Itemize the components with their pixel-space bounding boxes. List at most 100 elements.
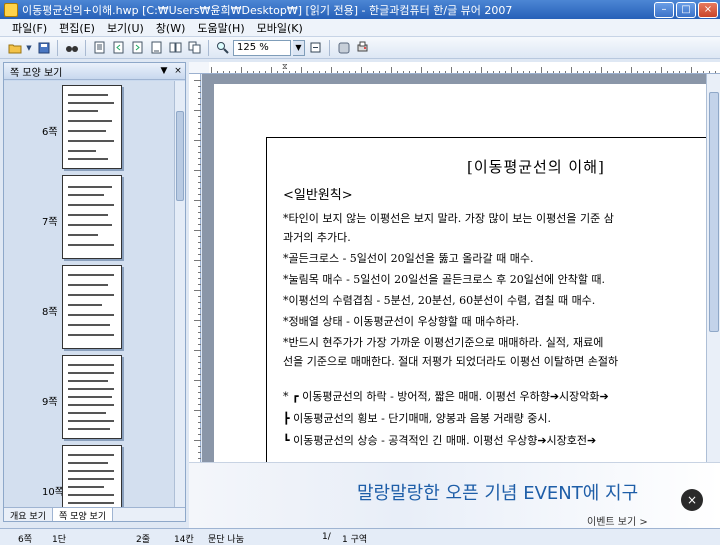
menu-help[interactable]: 도움말(H) <box>191 20 250 36</box>
menu-file[interactable]: 파일(F) <box>6 20 53 36</box>
menu-edit[interactable]: 편집(E) <box>53 20 101 36</box>
panel-menu-icon[interactable]: ▼ <box>157 66 171 76</box>
panel-close-icon[interactable]: × <box>171 66 185 76</box>
ruler-tick <box>194 140 201 141</box>
status-line: 2줄 <box>136 535 151 545</box>
tab-page-view[interactable]: 쪽 모양 보기 <box>52 508 114 522</box>
ruler-tick <box>198 338 201 339</box>
menu-mobile[interactable]: 모바일(K) <box>251 20 309 36</box>
ruler-tick <box>198 398 201 399</box>
stop-icon[interactable] <box>335 39 352 56</box>
page-prev-icon[interactable] <box>110 39 127 56</box>
ruler-tick <box>631 67 632 73</box>
indent-marker-icon[interactable]: ⧖ <box>282 62 288 73</box>
menu-window[interactable]: 창(W) <box>150 20 192 36</box>
doc-line: 과거의 추가다. <box>283 231 351 244</box>
ruler-tick <box>198 176 201 177</box>
ruler-tick <box>571 67 572 73</box>
ruler-tick <box>198 404 201 405</box>
open-folder-icon[interactable] <box>6 39 23 56</box>
ruler-tick <box>361 67 362 73</box>
maximize-button[interactable]: □ <box>676 1 696 18</box>
thumbnail-scrollbar[interactable] <box>174 81 185 511</box>
page-last-icon[interactable] <box>148 39 165 56</box>
page-thumbnail[interactable] <box>62 85 122 169</box>
page-next-icon[interactable] <box>129 39 146 56</box>
ruler-tick <box>198 416 201 417</box>
ruler-tick <box>198 308 201 309</box>
event-banner[interactable]: 말랑말랑한 오픈 기념 EVENT에 지구 이벤트 보기 > × <box>189 462 720 528</box>
horizontal-ruler: ⧖ <box>189 62 720 74</box>
ruler-tick <box>198 422 201 423</box>
ruler-tick <box>198 368 201 369</box>
status-bar: 6쪽 1단 2줄 14칸 문단 나눔 1/ 1 구역 <box>0 528 720 545</box>
ruler-tick <box>198 272 201 273</box>
banner-close-button[interactable]: × <box>681 489 703 511</box>
ruler-tick <box>194 260 201 261</box>
scrollbar-thumb[interactable] <box>709 92 719 332</box>
ruler-tick <box>198 128 201 129</box>
event-link[interactable]: 이벤트 보기 > <box>587 513 648 528</box>
tab-outline-view[interactable]: 개요 보기 <box>4 508 53 522</box>
doc-line: ┣ 이동평균선의 횡보 - 단기매매, 양봉과 음봉 거래량 중시. <box>283 412 551 425</box>
ruler-tick <box>198 458 201 459</box>
menu-view[interactable]: 보기(U) <box>101 20 150 36</box>
page-thumbnail[interactable] <box>62 175 122 259</box>
zoom-icon[interactable] <box>214 39 231 56</box>
zoom-dropdown-button[interactable]: ▼ <box>293 39 305 56</box>
ruler-tick <box>198 194 201 195</box>
document-page: [이동평균선의 이해] <일반원칙> *타인이 보지 않는 이평선은 보지 말라… <box>214 84 720 462</box>
ruler-tick <box>198 296 201 297</box>
thumbnail-item[interactable]: 6쪽 <box>4 83 175 169</box>
page-thumbnail[interactable] <box>62 355 122 439</box>
window-title: 이동평균선의+이해.hwp [C:₩Users₩윤희₩Desktop₩] [읽기… <box>22 3 513 17</box>
ruler-tick <box>541 67 542 73</box>
copy-icon[interactable] <box>186 39 203 56</box>
ruler-tick <box>198 122 201 123</box>
fit-page-icon[interactable] <box>307 39 324 56</box>
doc-line: *골든크로스 - 5일선이 20일선을 뚫고 올라갈 때 매수. <box>283 252 534 265</box>
ruler-tick <box>194 320 201 321</box>
ruler-tick <box>198 206 201 207</box>
ruler-tick <box>194 80 201 81</box>
thumbnail-page-label: 8쪽 <box>42 307 58 318</box>
status-section: 1단 <box>52 535 67 545</box>
ruler-tick <box>198 116 201 117</box>
status-mode: 문단 나눔 <box>208 535 244 545</box>
menu-bar: 파일(F) 편집(E) 보기(U) 창(W) 도움말(H) 모바일(K) <box>0 19 720 37</box>
doc-line: * ┏ 이동평균선의 하락 - 방어적, 짧은 매매. 이평선 우하향➔시장악화… <box>283 390 609 403</box>
page-first-icon[interactable] <box>91 39 108 56</box>
close-button[interactable]: × <box>698 1 718 18</box>
zoom-level-input[interactable]: 125 % <box>233 39 291 56</box>
thumbnail-item[interactable]: 7쪽 <box>4 173 175 259</box>
document-scrollbar[interactable] <box>706 74 720 462</box>
ruler-tick <box>511 67 512 73</box>
doc-line: *타인이 보지 않는 이평선은 보지 말라. 가장 많이 보는 이평선을 기준 … <box>283 212 614 225</box>
thumbnail-item[interactable]: 10쪽 <box>4 443 175 511</box>
thumbnail-list: 6쪽 7쪽 8쪽 9쪽 10쪽 <box>4 81 175 511</box>
toolbar-separator <box>329 39 330 56</box>
ruler-tick <box>198 182 201 183</box>
page-thumbnail[interactable] <box>62 265 122 349</box>
binoculars-icon[interactable] <box>63 39 80 56</box>
title-bar: 이동평균선의+이해.hwp [C:₩Users₩윤희₩Desktop₩] [읽기… <box>0 0 720 19</box>
ruler-tick <box>198 434 201 435</box>
save-icon[interactable] <box>35 39 52 56</box>
panel-title: 쪽 모양 보기 <box>10 67 63 79</box>
thumbnail-item[interactable]: 9쪽 <box>4 353 175 439</box>
minimize-button[interactable]: – <box>654 1 674 18</box>
doc-line: 선을 기준으로 매매한다. 절대 저평가 되었더라도 이평선 이탈하면 손절하 <box>283 355 619 368</box>
dropdown-arrow-icon[interactable]: ▼ <box>25 39 33 56</box>
thumbnail-item[interactable]: 8쪽 <box>4 263 175 349</box>
ruler-tick <box>198 446 201 447</box>
ruler-tick <box>198 188 201 189</box>
print-icon[interactable] <box>354 39 371 56</box>
document-view[interactable]: [이동평균선의 이해] <일반원칙> *타인이 보지 않는 이평선은 보지 말라… <box>202 74 720 462</box>
toolbar: ▼ 125 % ▼ <box>0 37 720 59</box>
page-view-icon[interactable] <box>167 39 184 56</box>
page-thumbnail[interactable] <box>62 445 122 511</box>
scrollbar-thumb[interactable] <box>176 111 184 201</box>
page-thumbnail-panel: 쪽 모양 보기 ▼ × 6쪽 7쪽 8쪽 9쪽 10쪽 개요 보기 쪽 모양 보… <box>3 62 186 522</box>
doc-line: *정배열 상태 - 이동평균선이 우상향할 때 매수하라. <box>283 315 520 328</box>
ruler-tick <box>198 302 201 303</box>
